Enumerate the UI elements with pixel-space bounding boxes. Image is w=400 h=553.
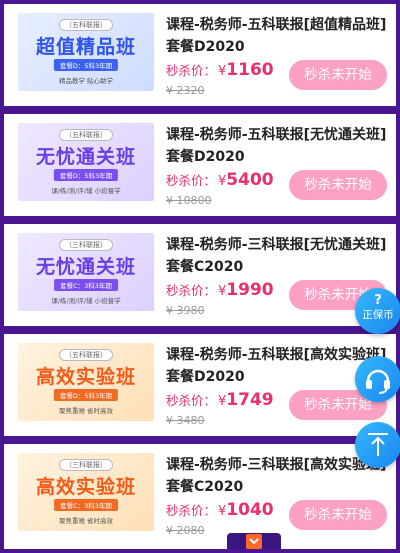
course-title[interactable]: 课程-税务师-五科联报[超值精品班]套餐D2020 bbox=[166, 14, 388, 58]
original-price: ¥ 3480 bbox=[166, 414, 205, 427]
headset-icon bbox=[366, 369, 390, 394]
course-card[interactable]: （三科联报） 高效实验班 套餐C：3科3年期 聚焦重难 省时高效 课程-税务师-… bbox=[4, 444, 396, 549]
arrow-up-icon bbox=[368, 433, 388, 456]
thumbnail-plan: 套餐D：5科3年期 bbox=[53, 169, 119, 181]
currency-symbol: ¥ bbox=[218, 394, 227, 409]
course-title[interactable]: 课程-税务师-三科联报[无忧通关班]套餐C2020 bbox=[166, 234, 388, 278]
bottom-collapse-tab[interactable] bbox=[227, 533, 281, 549]
flash-price: 秒杀价： ¥ 1990 bbox=[166, 280, 274, 304]
flash-price: 秒杀价： ¥ 1040 bbox=[166, 500, 274, 524]
chevron-down-icon bbox=[246, 534, 262, 549]
thumbnail-plan: 套餐D：5科3年期 bbox=[53, 389, 119, 401]
thumbnail-headline: 高效实验班 bbox=[35, 366, 136, 388]
price-value: 1990 bbox=[226, 280, 274, 300]
flash-price: 秒杀价： ¥ 1160 bbox=[166, 60, 274, 84]
flash-sale-button[interactable]: 秒杀未开始 bbox=[289, 60, 387, 90]
original-price: ¥ 2320 bbox=[166, 84, 205, 97]
back-to-top-button[interactable] bbox=[355, 422, 400, 468]
course-thumbnail[interactable]: （五科联报） 无忧通关班 套餐D：5科3年期 课/练/测/评/辅 小班督学 bbox=[18, 123, 154, 201]
customer-service-button[interactable] bbox=[355, 356, 400, 402]
thumbnail-subtitle: 聚焦重难 省时高效 bbox=[58, 407, 114, 415]
thumbnail-subtitle: 课/练/测/评/辅 小班督学 bbox=[51, 297, 121, 305]
original-price-value: ¥ 3480 bbox=[166, 414, 205, 427]
flash-sale-button[interactable]: 秒杀未开始 bbox=[289, 170, 387, 200]
original-price: ¥ 10800 bbox=[166, 194, 212, 207]
course-card[interactable]: （五科联报） 超值精品班 套餐D：5科3年期 精品教学 贴心助学 课程-税务师-… bbox=[4, 4, 396, 106]
course-thumbnail[interactable]: （五科联报） 超值精品班 套餐D：5科3年期 精品教学 贴心助学 bbox=[18, 13, 154, 91]
price-value: 1749 bbox=[226, 390, 274, 410]
original-price-value: ¥ 10800 bbox=[166, 194, 212, 207]
price-label: 秒杀价： bbox=[166, 283, 217, 298]
flash-price: 秒杀价： ¥ 1749 bbox=[166, 390, 274, 414]
course-thumbnail[interactable]: （五科联报） 高效实验班 套餐D：5科3年期 聚焦重难 省时高效 bbox=[18, 343, 154, 421]
thumbnail-plan: 套餐C：3科3年期 bbox=[54, 499, 118, 511]
thumbnail-subtitle: 课/练/测/评/辅 小班督学 bbox=[51, 187, 121, 195]
course-card[interactable]: （五科联报） 无忧通关班 套餐D：5科3年期 课/练/测/评/辅 小班督学 课程… bbox=[4, 114, 396, 216]
price-value: 1160 bbox=[226, 60, 274, 80]
thumbnail-subtitle: 聚焦重难 省时高效 bbox=[58, 517, 114, 525]
course-thumbnail[interactable]: （三科联报） 高效实验班 套餐C：3科3年期 聚焦重难 省时高效 bbox=[18, 453, 154, 531]
flash-sale-button[interactable]: 秒杀未开始 bbox=[289, 500, 387, 530]
original-price: ¥ 2080 bbox=[166, 524, 205, 537]
course-card[interactable]: （五科联报） 高效实验班 套餐D：5科3年期 聚焦重难 省时高效 课程-税务师-… bbox=[4, 334, 396, 436]
price-value: 1040 bbox=[226, 500, 274, 520]
original-price-value: ¥ 3980 bbox=[166, 304, 205, 317]
coin-float-button[interactable]: ? 正保币 bbox=[355, 288, 400, 334]
thumbnail-headline: 无忧通关班 bbox=[35, 256, 136, 278]
price-label: 秒杀价： bbox=[166, 393, 217, 408]
thumbnail-plan: 套餐C：3科3年期 bbox=[54, 279, 118, 291]
thumbnail-subtitle: 精品教学 贴心助学 bbox=[58, 77, 114, 85]
thumbnail-headline: 超值精品班 bbox=[35, 36, 136, 58]
thumbnail-headline: 无忧通关班 bbox=[35, 146, 136, 168]
thumbnail-tag: （五科联报） bbox=[59, 349, 113, 361]
course-thumbnail[interactable]: （三科联报） 无忧通关班 套餐C：3科3年期 课/练/测/评/辅 小班督学 bbox=[18, 233, 154, 311]
thumbnail-tag: （三科联报） bbox=[59, 459, 113, 471]
price-value: 5400 bbox=[226, 170, 274, 190]
flash-price: 秒杀价： ¥ 5400 bbox=[166, 170, 274, 194]
price-label: 秒杀价： bbox=[166, 503, 217, 518]
currency-symbol: ¥ bbox=[218, 284, 227, 299]
thumbnail-plan: 套餐D：5科3年期 bbox=[53, 59, 119, 71]
currency-symbol: ¥ bbox=[218, 64, 227, 79]
original-price-value: ¥ 2080 bbox=[166, 524, 205, 537]
price-label: 秒杀价： bbox=[166, 173, 217, 188]
original-price-value: ¥ 2320 bbox=[166, 84, 205, 97]
course-card[interactable]: （三科联报） 无忧通关班 套餐C：3科3年期 课/练/测/评/辅 小班督学 课程… bbox=[4, 224, 396, 326]
thumbnail-tag: （五科联报） bbox=[59, 19, 113, 31]
currency-symbol: ¥ bbox=[218, 504, 227, 519]
original-price: ¥ 3980 bbox=[166, 304, 205, 317]
price-label: 秒杀价： bbox=[166, 63, 217, 78]
question-icon: ? bbox=[374, 293, 382, 308]
course-title[interactable]: 课程-税务师-五科联报[无忧通关班]套餐D2020 bbox=[166, 124, 388, 168]
coin-label: 正保币 bbox=[362, 309, 394, 321]
currency-symbol: ¥ bbox=[218, 174, 227, 189]
thumbnail-tag: （五科联报） bbox=[59, 129, 113, 141]
thumbnail-headline: 高效实验班 bbox=[35, 476, 136, 498]
thumbnail-tag: （三科联报） bbox=[59, 239, 113, 251]
